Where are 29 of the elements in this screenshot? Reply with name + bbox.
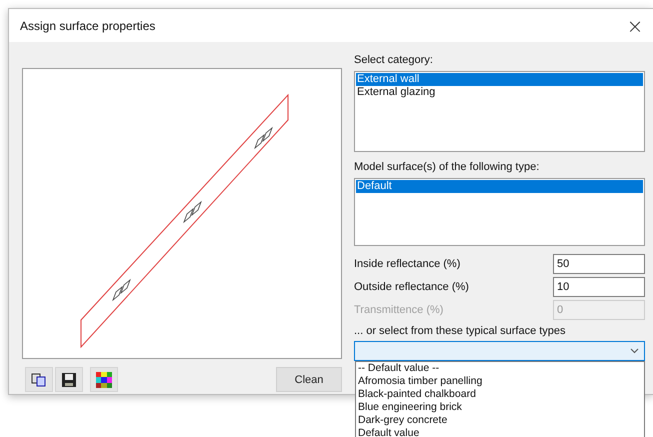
color-grid-icon	[96, 372, 112, 388]
category-label: Select category:	[354, 53, 434, 67]
dropdown-option[interactable]: Blue engineering brick	[358, 401, 644, 414]
save-button[interactable]	[55, 367, 83, 392]
clean-button[interactable]: Clean	[276, 367, 342, 392]
list-item[interactable]: Default	[356, 180, 643, 193]
dropdown-option[interactable]: -- Default value --	[358, 362, 644, 375]
dropdown-option[interactable]: Dark-grey concrete	[358, 414, 644, 427]
color-palette-button[interactable]	[90, 367, 118, 392]
typical-types-label: ... or select from these typical surface types	[354, 324, 567, 338]
surface-type-listbox[interactable]: Default	[354, 178, 645, 246]
caret-icon	[630, 348, 639, 354]
field-label: Outside reflectance (%)	[354, 281, 469, 293]
category-listbox[interactable]: External wall External glazing	[354, 71, 645, 152]
surface-type-label: Model surface(s) of the following type:	[354, 160, 540, 174]
field-label: Inside reflectance (%)	[354, 258, 460, 270]
window-title: Assign surface properties	[20, 18, 156, 32]
input-field[interactable]: 50	[553, 254, 645, 274]
surface-type-dropdown[interactable]	[354, 341, 645, 361]
copy-button[interactable]	[25, 367, 53, 392]
list-item[interactable]: External glazing	[356, 86, 643, 99]
copy-icon	[31, 372, 47, 386]
list-item[interactable]: External wall	[356, 73, 643, 86]
field-label: Transmittence (%)	[354, 304, 444, 316]
close-button[interactable]: ×	[617, 10, 653, 40]
dropdown-option[interactable]: Default value	[358, 427, 644, 437]
dropdown-option[interactable]: Black-painted chalkboard	[358, 388, 644, 401]
dropdown-option[interactable]: Afromosia timber panelling	[358, 375, 644, 388]
input-field[interactable]: 10	[553, 277, 645, 297]
